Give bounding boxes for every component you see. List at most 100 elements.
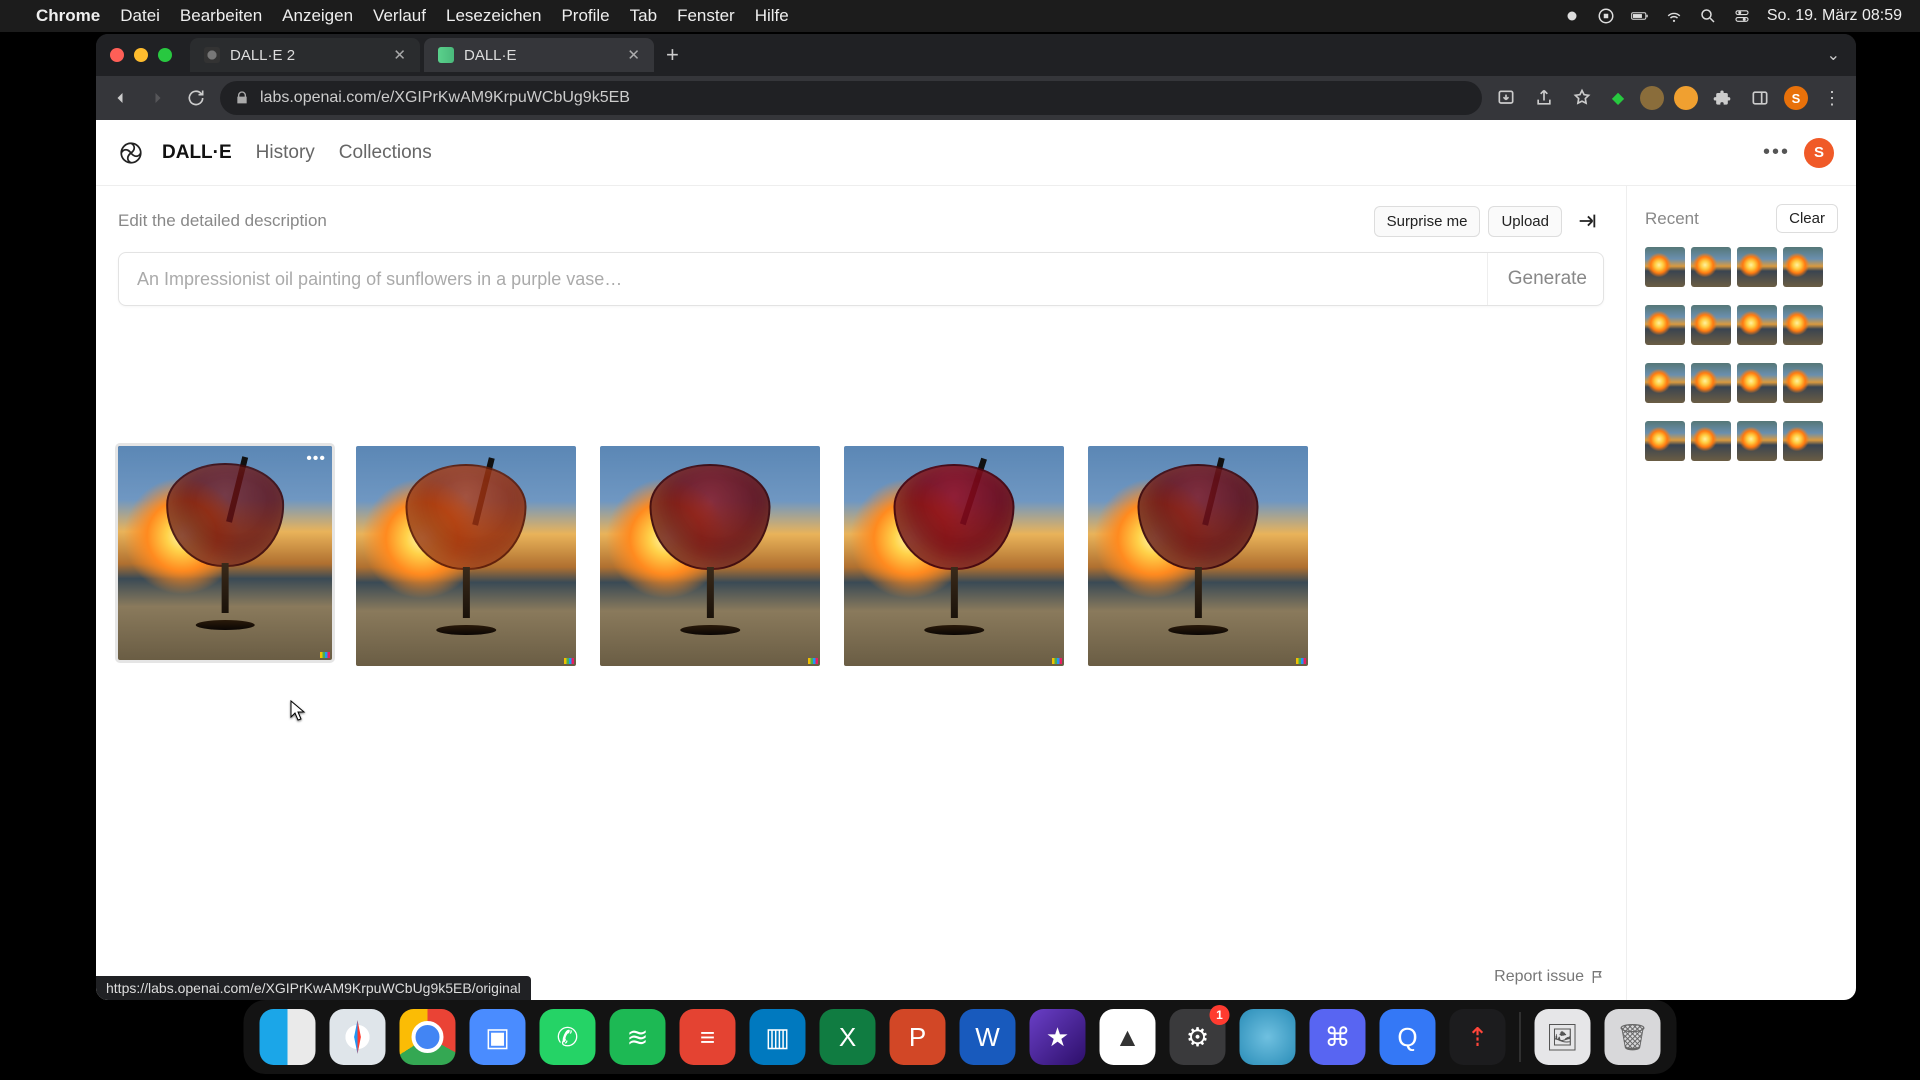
- dock-googledrive[interactable]: ▲: [1100, 1009, 1156, 1065]
- dock-preview[interactable]: 🖼: [1535, 1009, 1591, 1065]
- surprise-me-button[interactable]: Surprise me: [1374, 206, 1481, 237]
- dock-imovie[interactable]: ★: [1030, 1009, 1086, 1065]
- bookmark-star-icon[interactable]: [1568, 84, 1596, 112]
- nav-forward-button[interactable]: [144, 84, 172, 112]
- share-icon[interactable]: [1530, 84, 1558, 112]
- dock-excel[interactable]: X: [820, 1009, 876, 1065]
- menu-tab[interactable]: Tab: [630, 6, 657, 26]
- tab-favicon: [204, 47, 220, 63]
- dalle-watermark-icon: [320, 652, 330, 658]
- recent-thumb[interactable]: [1691, 363, 1731, 403]
- address-bar[interactable]: labs.openai.com/e/XGIPrKwAM9KrpuWCbUg9k5…: [220, 81, 1482, 115]
- recent-thumb[interactable]: [1737, 247, 1777, 287]
- result-image[interactable]: [844, 446, 1064, 666]
- upload-button[interactable]: Upload: [1488, 206, 1562, 237]
- result-image[interactable]: [1088, 446, 1308, 666]
- recent-thumb[interactable]: [1783, 305, 1823, 345]
- recent-thumb[interactable]: [1691, 305, 1731, 345]
- tab-dalle2[interactable]: DALL·E 2 ✕: [190, 38, 420, 72]
- recent-thumb[interactable]: [1737, 421, 1777, 461]
- image-more-icon[interactable]: •••: [306, 450, 326, 468]
- dock-word[interactable]: W: [960, 1009, 1016, 1065]
- window-close-button[interactable]: [110, 48, 124, 62]
- recent-thumb[interactable]: [1737, 363, 1777, 403]
- dock-whatsapp[interactable]: ✆: [540, 1009, 596, 1065]
- nav-dalle[interactable]: DALL·E: [162, 142, 232, 164]
- dalle-watermark-icon: [1052, 658, 1062, 664]
- install-app-icon[interactable]: [1492, 84, 1520, 112]
- status-datetime[interactable]: So. 19. März 08:59: [1767, 7, 1902, 25]
- dock-safari[interactable]: [330, 1009, 386, 1065]
- dock-voicememos[interactable]: ⇡: [1450, 1009, 1506, 1065]
- nav-history[interactable]: History: [256, 142, 315, 164]
- status-battery-icon[interactable]: [1631, 7, 1649, 25]
- menu-fenster[interactable]: Fenster: [677, 6, 735, 26]
- dock-powerpoint[interactable]: P: [890, 1009, 946, 1065]
- nav-reload-button[interactable]: [182, 84, 210, 112]
- dock-settings[interactable]: ⚙1: [1170, 1009, 1226, 1065]
- menu-lesezeichen[interactable]: Lesezeichen: [446, 6, 541, 26]
- recent-thumb[interactable]: [1645, 363, 1685, 403]
- recent-thumb[interactable]: [1691, 247, 1731, 287]
- menu-datei[interactable]: Datei: [120, 6, 160, 26]
- dock-trello[interactable]: ▥: [750, 1009, 806, 1065]
- dock-trash[interactable]: 🗑: [1605, 1009, 1661, 1065]
- extension-icon[interactable]: [1640, 86, 1664, 110]
- user-avatar-button[interactable]: S: [1804, 138, 1834, 168]
- generate-button[interactable]: Generate: [1487, 253, 1587, 305]
- recent-thumb[interactable]: [1783, 363, 1823, 403]
- dalle-watermark-icon: [1296, 658, 1306, 664]
- status-control-center-icon[interactable]: [1733, 7, 1751, 25]
- recent-thumb[interactable]: [1645, 421, 1685, 461]
- tab-close-button[interactable]: ✕: [393, 46, 406, 64]
- menu-verlauf[interactable]: Verlauf: [373, 6, 426, 26]
- chrome-menu-icon[interactable]: ⋮: [1818, 84, 1846, 112]
- dock-todoist[interactable]: ≡: [680, 1009, 736, 1065]
- new-tab-button[interactable]: +: [666, 42, 679, 68]
- dock-chrome[interactable]: [400, 1009, 456, 1065]
- result-image-original[interactable]: ORIGINAL •••: [118, 446, 332, 660]
- clear-button[interactable]: Clear: [1776, 204, 1838, 233]
- status-wifi-icon[interactable]: [1665, 7, 1683, 25]
- tab-close-button[interactable]: ✕: [627, 46, 640, 64]
- window-zoom-button[interactable]: [158, 48, 172, 62]
- recent-thumb[interactable]: [1645, 305, 1685, 345]
- extension-shield-icon[interactable]: ◆: [1606, 86, 1630, 110]
- header-more-icon[interactable]: •••: [1763, 141, 1790, 164]
- lock-icon: [234, 90, 250, 106]
- status-stop-icon[interactable]: [1597, 7, 1615, 25]
- extensions-puzzle-icon[interactable]: [1708, 84, 1736, 112]
- recent-thumb[interactable]: [1783, 247, 1823, 287]
- report-issue-link[interactable]: Report issue: [1494, 968, 1606, 986]
- menu-bearbeiten[interactable]: Bearbeiten: [180, 6, 262, 26]
- nav-collections[interactable]: Collections: [339, 142, 432, 164]
- dock-spotify[interactable]: ≋: [610, 1009, 666, 1065]
- extension-icon[interactable]: [1674, 86, 1698, 110]
- dock-quicktime[interactable]: Q: [1380, 1009, 1436, 1065]
- sidepanel-icon[interactable]: [1746, 84, 1774, 112]
- openai-logo-icon[interactable]: [118, 140, 144, 166]
- window-minimize-button[interactable]: [134, 48, 148, 62]
- menu-anzeigen[interactable]: Anzeigen: [282, 6, 353, 26]
- menu-profile[interactable]: Profile: [561, 6, 609, 26]
- recent-thumb[interactable]: [1783, 421, 1823, 461]
- recent-thumb[interactable]: [1645, 247, 1685, 287]
- prompt-input[interactable]: [137, 269, 1487, 290]
- dock-finder[interactable]: [260, 1009, 316, 1065]
- recent-thumb[interactable]: [1691, 421, 1731, 461]
- tabs-overflow-button[interactable]: ⌄: [1827, 45, 1840, 65]
- nav-back-button[interactable]: [106, 84, 134, 112]
- status-record-icon[interactable]: [1563, 7, 1581, 25]
- app-name[interactable]: Chrome: [36, 6, 100, 26]
- result-image[interactable]: [600, 446, 820, 666]
- profile-avatar-button[interactable]: S: [1784, 86, 1808, 110]
- submit-arrow-icon[interactable]: [1570, 204, 1604, 238]
- recent-thumb[interactable]: [1737, 305, 1777, 345]
- tab-dalle-active[interactable]: DALL·E ✕: [424, 38, 654, 72]
- menu-hilfe[interactable]: Hilfe: [755, 6, 789, 26]
- result-image[interactable]: [356, 446, 576, 666]
- status-search-icon[interactable]: [1699, 7, 1717, 25]
- dock-discord[interactable]: ⌘: [1310, 1009, 1366, 1065]
- dock-app[interactable]: [1240, 1009, 1296, 1065]
- dock-zoom[interactable]: ▣: [470, 1009, 526, 1065]
